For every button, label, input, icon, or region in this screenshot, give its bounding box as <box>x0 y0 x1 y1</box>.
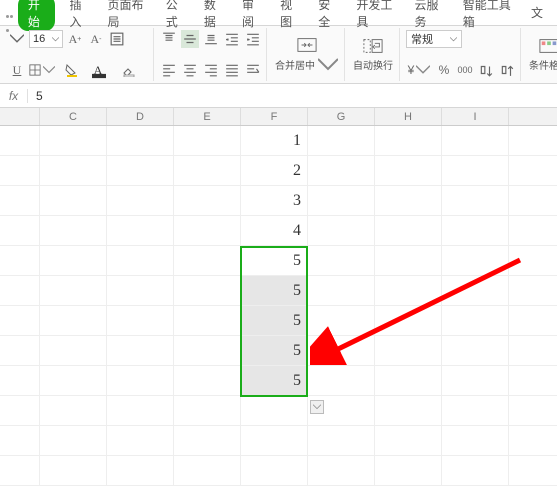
align-top-icon[interactable] <box>160 30 178 48</box>
group-number: 常规 ¥ % 000 <box>402 28 521 81</box>
menu-bar: 开始 插入 页面布局 公式 数据 审阅 视图 安全 开发工具 云服务 智能工具箱… <box>0 0 557 26</box>
numformat-value: 常规 <box>411 31 433 47</box>
underline-icon[interactable]: U <box>8 61 26 79</box>
tab-home[interactable]: 开始 <box>18 0 56 31</box>
font-dropdown[interactable] <box>8 30 26 48</box>
col-header[interactable]: D <box>107 108 174 125</box>
options-icon[interactable] <box>108 30 126 48</box>
align-middle-icon[interactable] <box>181 30 199 48</box>
tab-review[interactable]: 审阅 <box>234 0 270 32</box>
fx-icon[interactable]: fx <box>0 89 28 103</box>
align-justify-icon[interactable] <box>223 61 241 79</box>
group-align <box>156 28 267 81</box>
tab-insert[interactable]: 插入 <box>61 0 97 32</box>
numformat-select[interactable]: 常规 <box>406 30 462 48</box>
highlight-icon[interactable] <box>116 61 142 79</box>
fillcolor-icon[interactable] <box>58 61 84 79</box>
align-left-icon[interactable] <box>160 61 178 79</box>
formula-bar: fx 5 <box>0 84 557 108</box>
merge-button[interactable]: 合并居中 <box>269 28 345 81</box>
decrease-font-icon[interactable]: A- <box>87 30 105 48</box>
condfmt-button[interactable]: 条件格式 <box>523 28 557 81</box>
dec-dec-icon[interactable] <box>498 61 516 79</box>
cell[interactable]: 5 <box>241 246 308 275</box>
fontsize-value: 16 <box>33 33 45 45</box>
col-header-blank[interactable] <box>0 108 40 125</box>
wrap-label: 自动换行 <box>353 57 393 72</box>
tab-cloud[interactable]: 云服务 <box>407 0 453 32</box>
align-right-icon[interactable] <box>202 61 220 79</box>
tab-smart[interactable]: 智能工具箱 <box>455 0 521 32</box>
merge-label: 合并居中 <box>275 57 315 72</box>
align-bottom-icon[interactable] <box>202 30 220 48</box>
cell[interactable]: 5 <box>241 306 308 335</box>
toolbar: 16 A+ A- U A <box>0 26 557 84</box>
thousand-icon[interactable]: 000 <box>456 61 474 79</box>
cell[interactable]: 3 <box>241 186 308 215</box>
tab-data[interactable]: 数据 <box>196 0 232 32</box>
cell[interactable]: 5 <box>241 336 308 365</box>
column-headers: C D E F G H I <box>0 108 557 126</box>
wrap-button[interactable]: 自动换行 <box>347 28 400 81</box>
indent-dec-icon[interactable] <box>223 30 241 48</box>
indent-inc-icon[interactable] <box>244 30 262 48</box>
condfmt-label: 条件格式 <box>529 57 557 72</box>
percent-icon[interactable]: % <box>435 61 453 79</box>
formula-value[interactable]: 5 <box>28 89 43 103</box>
sheet: C D E F G H I 1 2 3 4 5 5 5 5 5 <box>0 108 557 486</box>
menu-dots-icon[interactable] <box>6 7 15 19</box>
grid[interactable]: 1 2 3 4 5 5 5 5 5 <box>0 126 557 486</box>
cell[interactable]: 4 <box>241 216 308 245</box>
orientation-icon[interactable] <box>244 61 262 79</box>
tab-security[interactable]: 安全 <box>310 0 346 32</box>
col-header[interactable]: F <box>241 108 308 125</box>
tab-devtools[interactable]: 开发工具 <box>348 0 404 32</box>
align-center-icon[interactable] <box>181 61 199 79</box>
cell[interactable]: 1 <box>241 126 308 155</box>
fontcolor-icon[interactable]: A <box>87 61 113 79</box>
tab-formula[interactable]: 公式 <box>158 0 194 32</box>
autofill-options[interactable] <box>310 400 324 414</box>
col-header[interactable]: G <box>308 108 375 125</box>
menu-quick: 开始 <box>6 0 59 31</box>
group-font: 16 A+ A- U A <box>4 28 154 81</box>
col-header[interactable]: I <box>442 108 509 125</box>
currency-icon[interactable]: ¥ <box>406 61 432 79</box>
cell[interactable]: 2 <box>241 156 308 185</box>
cell[interactable]: 5 <box>241 366 308 395</box>
tab-cut[interactable]: 文 <box>523 2 551 23</box>
cell[interactable]: 5 <box>241 276 308 305</box>
border-icon[interactable] <box>29 61 55 79</box>
dec-inc-icon[interactable] <box>477 61 495 79</box>
col-header[interactable]: H <box>375 108 442 125</box>
col-header[interactable]: E <box>174 108 241 125</box>
tab-pagelayout[interactable]: 页面布局 <box>100 0 156 32</box>
fontsize-input[interactable]: 16 <box>29 30 63 48</box>
col-header[interactable]: C <box>40 108 107 125</box>
tab-view[interactable]: 视图 <box>272 0 308 32</box>
increase-font-icon[interactable]: A+ <box>66 30 84 48</box>
